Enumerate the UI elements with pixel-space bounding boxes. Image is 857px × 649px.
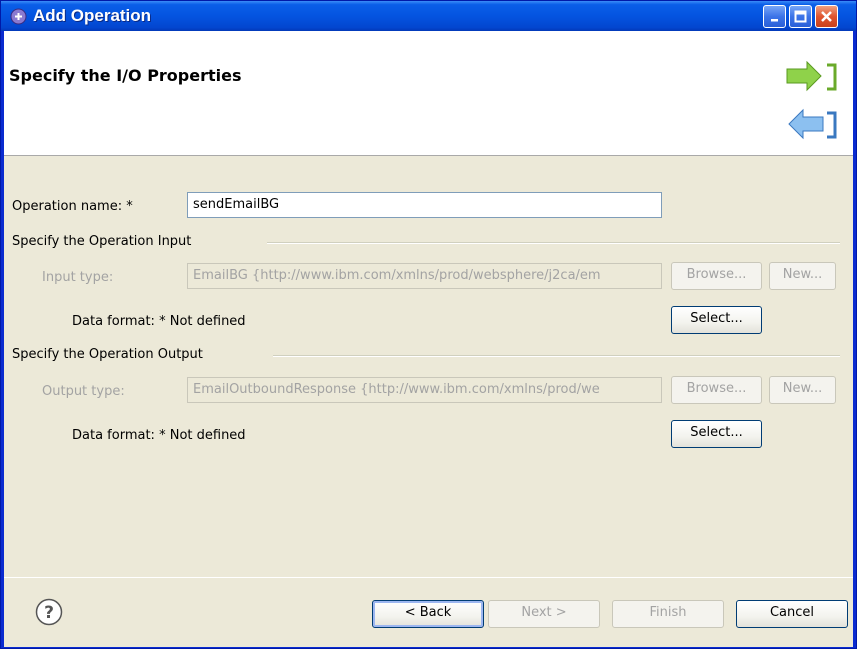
input-type-field[interactable]: EmailBG {http://www.ibm.com/xmlns/prod/w… [187,263,662,289]
title-bar[interactable]: Add Operation [1,1,856,31]
close-icon [821,11,832,22]
add-operation-window: Add Operation Specify the I/O Properties [0,0,857,649]
form-area: Operation name: * sendEmailBG Specify th… [4,157,853,577]
maximize-icon [794,10,807,23]
window-title: Add Operation [33,6,152,25]
output-new-button[interactable]: New... [769,376,836,404]
input-type-label: Input type: [42,270,114,285]
minimize-icon [770,18,778,21]
output-section-heading: Specify the Operation Output [12,347,203,362]
output-type-label: Output type: [42,384,125,399]
button-bar: ? < Back Next > Finish Cancel [4,577,853,647]
operation-name-label: Operation name: * [12,199,133,214]
io-arrows-icon [786,61,837,140]
required-mark: * [126,199,133,214]
input-data-format-label: Data format: * Not defined [72,314,246,329]
output-data-format-value: Not defined [169,428,246,443]
output-type-field[interactable]: EmailOutboundResponse {http://www.ibm.co… [187,377,662,403]
app-icon [10,8,27,25]
minimize-button[interactable] [763,5,786,28]
input-section-heading: Specify the Operation Input [12,234,192,249]
cancel-button[interactable]: Cancel [736,600,848,628]
operation-name-input[interactable]: sendEmailBG [187,192,662,218]
maximize-button[interactable] [789,5,812,28]
next-button[interactable]: Next > [488,600,600,628]
output-section-divider [273,355,840,357]
close-button[interactable] [815,5,838,28]
wizard-banner: Specify the I/O Properties [4,31,853,156]
required-mark: * [159,314,166,329]
output-data-format-label: Data format: * Not defined [72,428,246,443]
svg-text:?: ? [44,603,54,623]
input-section-divider [267,242,840,244]
input-select-button[interactable]: Select... [671,306,762,334]
help-icon[interactable]: ? [35,598,63,626]
finish-button[interactable]: Finish [612,600,724,628]
dialog-client-area: Specify the I/O Properties Operation nam… [4,31,853,647]
input-data-format-value: Not defined [169,314,246,329]
page-title: Specify the I/O Properties [9,66,242,85]
input-new-button[interactable]: New... [769,262,836,290]
output-browse-button[interactable]: Browse... [671,376,762,404]
output-select-button[interactable]: Select... [671,420,762,448]
input-browse-button[interactable]: Browse... [671,262,762,290]
back-button[interactable]: < Back [372,600,484,628]
required-mark: * [159,428,166,443]
